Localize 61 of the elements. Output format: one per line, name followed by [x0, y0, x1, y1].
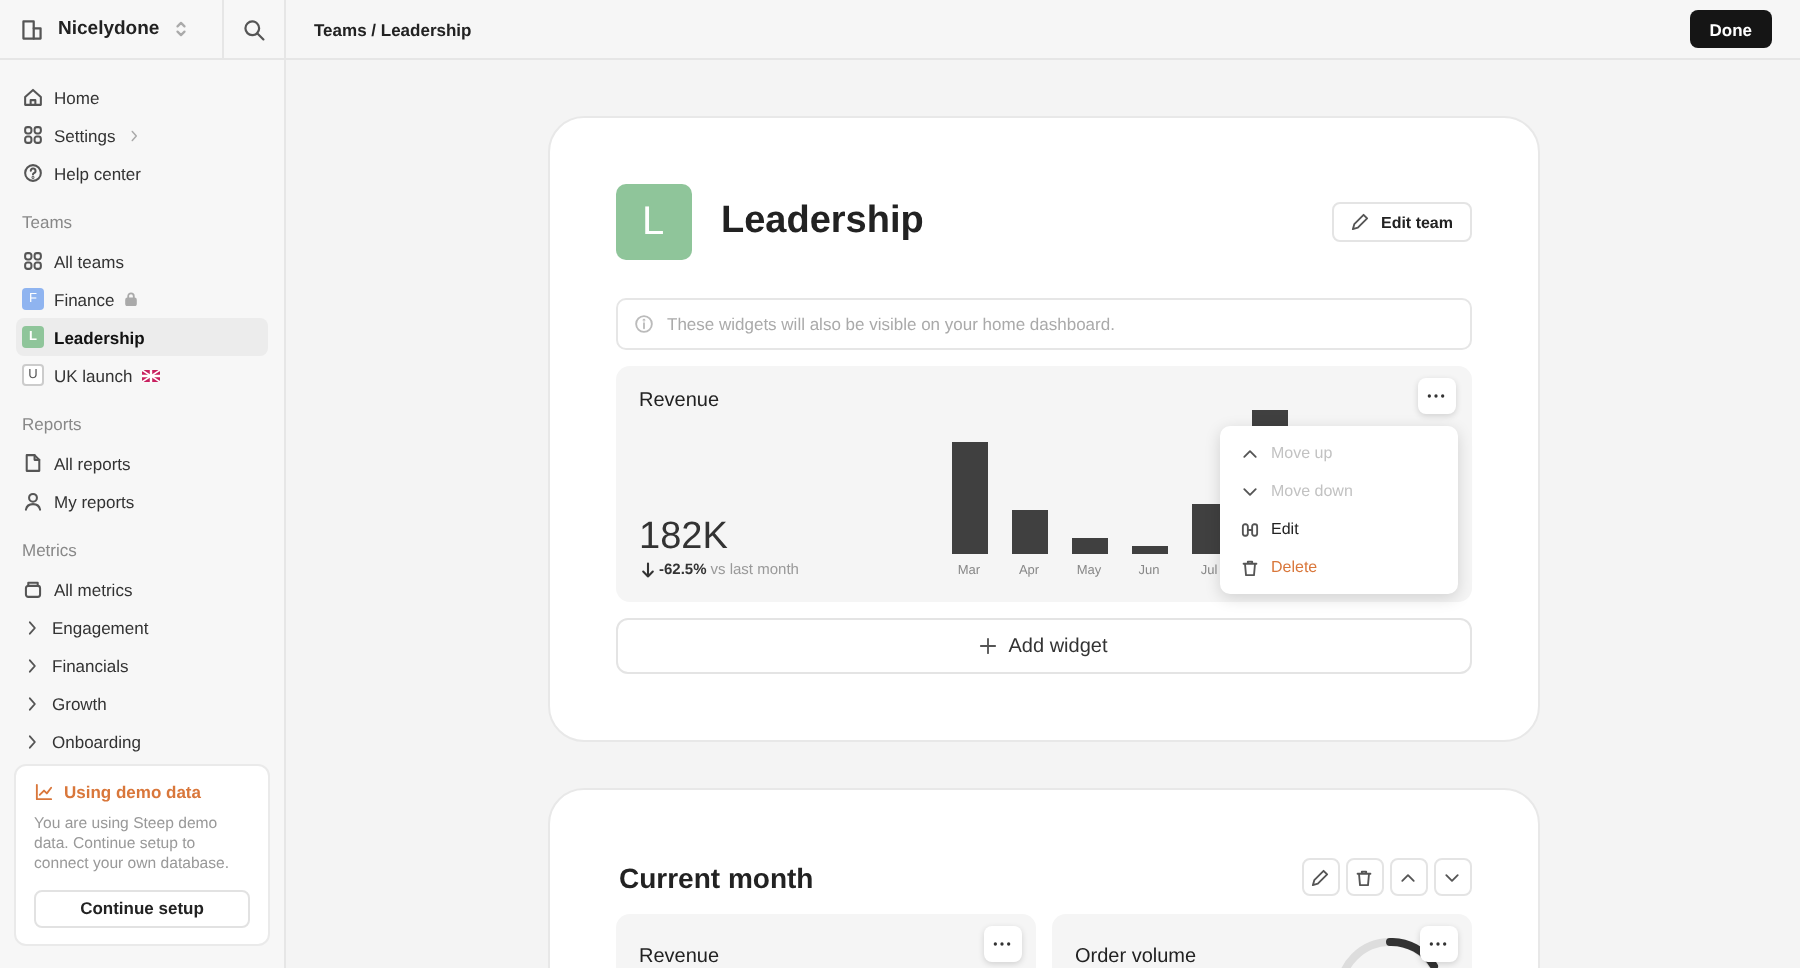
building-icon: [20, 17, 44, 41]
workspace-switcher[interactable]: Nicelydone: [0, 0, 224, 58]
arrow-down-icon: [639, 561, 655, 577]
ellipsis-icon: [992, 940, 1012, 948]
sidebar-item[interactable]: My reports: [16, 482, 268, 520]
sidebar-item[interactable]: Home: [16, 78, 268, 116]
edit-icon: [1239, 519, 1259, 539]
notice-title: Using demo data: [64, 782, 201, 802]
icon-button[interactable]: [1389, 858, 1427, 896]
done-button[interactable]: Done: [1689, 10, 1772, 48]
breadcrumb: Teams / Leadership: [314, 19, 472, 39]
lock-icon: [124, 292, 139, 306]
more-button[interactable]: [1417, 378, 1455, 414]
trash-icon: [1239, 557, 1259, 577]
widget-title: Revenue: [639, 390, 722, 412]
sidebar-item[interactable]: Financials: [16, 646, 268, 684]
section-heading: Reports: [20, 412, 84, 438]
sidebar-item[interactable]: All metrics: [16, 570, 268, 608]
more-button[interactable]: [983, 926, 1021, 962]
sidebar-item[interactable]: All reports: [16, 444, 268, 482]
box-icon: [22, 578, 44, 600]
team-name: Leadership: [721, 200, 926, 244]
sidebar-item[interactable]: Settings: [16, 116, 268, 154]
pencil-icon: [1310, 867, 1330, 887]
icon-button[interactable]: [1345, 858, 1383, 896]
ellipsis-icon: [1428, 940, 1448, 948]
flag-icon: [142, 369, 161, 381]
plus-icon: [978, 636, 999, 656]
section-heading: Teams: [20, 210, 75, 236]
ellipsis-icon: [1426, 392, 1446, 400]
sidebar-item[interactable]: Growth: [16, 684, 268, 722]
line-chart-icon: [34, 782, 54, 802]
widget-title: Revenue: [639, 946, 720, 968]
user-icon: [22, 490, 44, 512]
team-avatar: L: [615, 184, 691, 260]
menu-item[interactable]: Edit: [1231, 510, 1445, 548]
more-button[interactable]: [1419, 926, 1457, 962]
icon-button[interactable]: [1301, 858, 1339, 896]
widget-title: Order volume: [1075, 946, 1197, 968]
info-text: These widgets will also be visible on your home dashboard.: [667, 314, 1115, 334]
sidebar-item[interactable]: Engagement: [16, 608, 268, 646]
sidebar-item[interactable]: Onboarding: [16, 722, 268, 760]
document-icon: [22, 452, 44, 474]
add-widget-button[interactable]: Add widget: [615, 618, 1471, 674]
pencil-icon: [1350, 212, 1371, 232]
grid-icon: [22, 124, 44, 146]
icon-button[interactable]: [1433, 858, 1471, 896]
grid-icon: [22, 250, 44, 272]
home-icon: [22, 86, 44, 108]
help-icon: [22, 162, 44, 184]
continue-setup-button[interactable]: Continue setup: [34, 889, 250, 927]
section-title: Current month: [617, 861, 814, 893]
edit-team-button[interactable]: Edit team: [1332, 202, 1471, 242]
trash-icon: [1354, 867, 1374, 887]
info-icon: [633, 314, 653, 334]
sidebar-item[interactable]: All teams: [16, 242, 268, 280]
sidebar-item[interactable]: Help center: [16, 154, 268, 192]
metric-value: 182K: [639, 516, 730, 560]
search-icon: [242, 17, 266, 41]
section-heading: Metrics: [20, 538, 79, 564]
sort-icon: [173, 20, 188, 38]
